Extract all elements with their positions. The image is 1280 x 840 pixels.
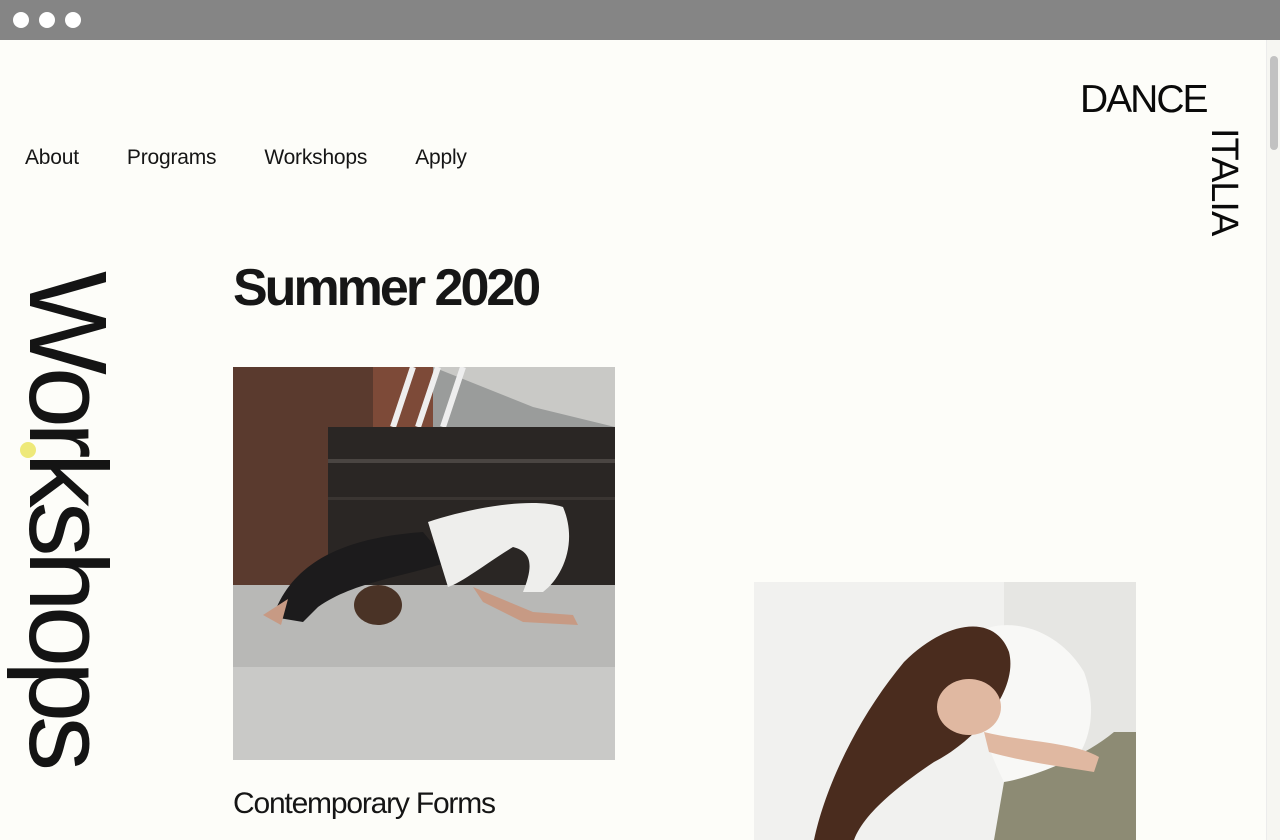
- logo-text-dance: DANCE: [1080, 78, 1209, 121]
- page-vertical-title: Workshops: [6, 271, 129, 766]
- nav-link-programs[interactable]: Programs: [127, 146, 217, 170]
- accent-dot: [20, 442, 36, 458]
- nav-link-apply[interactable]: Apply: [415, 146, 467, 170]
- dancer-arching-photo[interactable]: [754, 582, 1136, 840]
- page-content: About Programs Workshops Apply DANCE ITA…: [0, 40, 1280, 840]
- window-minimize-button[interactable]: [39, 12, 55, 28]
- nav-link-workshops[interactable]: Workshops: [264, 146, 367, 170]
- dancer-floor-photo[interactable]: [233, 367, 615, 760]
- window-zoom-button[interactable]: [65, 12, 81, 28]
- scrollbar-thumb[interactable]: [1270, 56, 1278, 150]
- nav-link-about[interactable]: About: [25, 146, 79, 170]
- card-title-contemporary-forms[interactable]: Contemporary Forms: [233, 787, 496, 821]
- page-scrollbar[interactable]: [1266, 40, 1280, 840]
- window-close-button[interactable]: [13, 12, 29, 28]
- section-title: Summer 2020: [233, 259, 541, 317]
- logo-text-italia: ITALIA: [1203, 128, 1245, 236]
- main-nav: About Programs Workshops Apply: [25, 146, 467, 170]
- window-titlebar: [0, 0, 1280, 40]
